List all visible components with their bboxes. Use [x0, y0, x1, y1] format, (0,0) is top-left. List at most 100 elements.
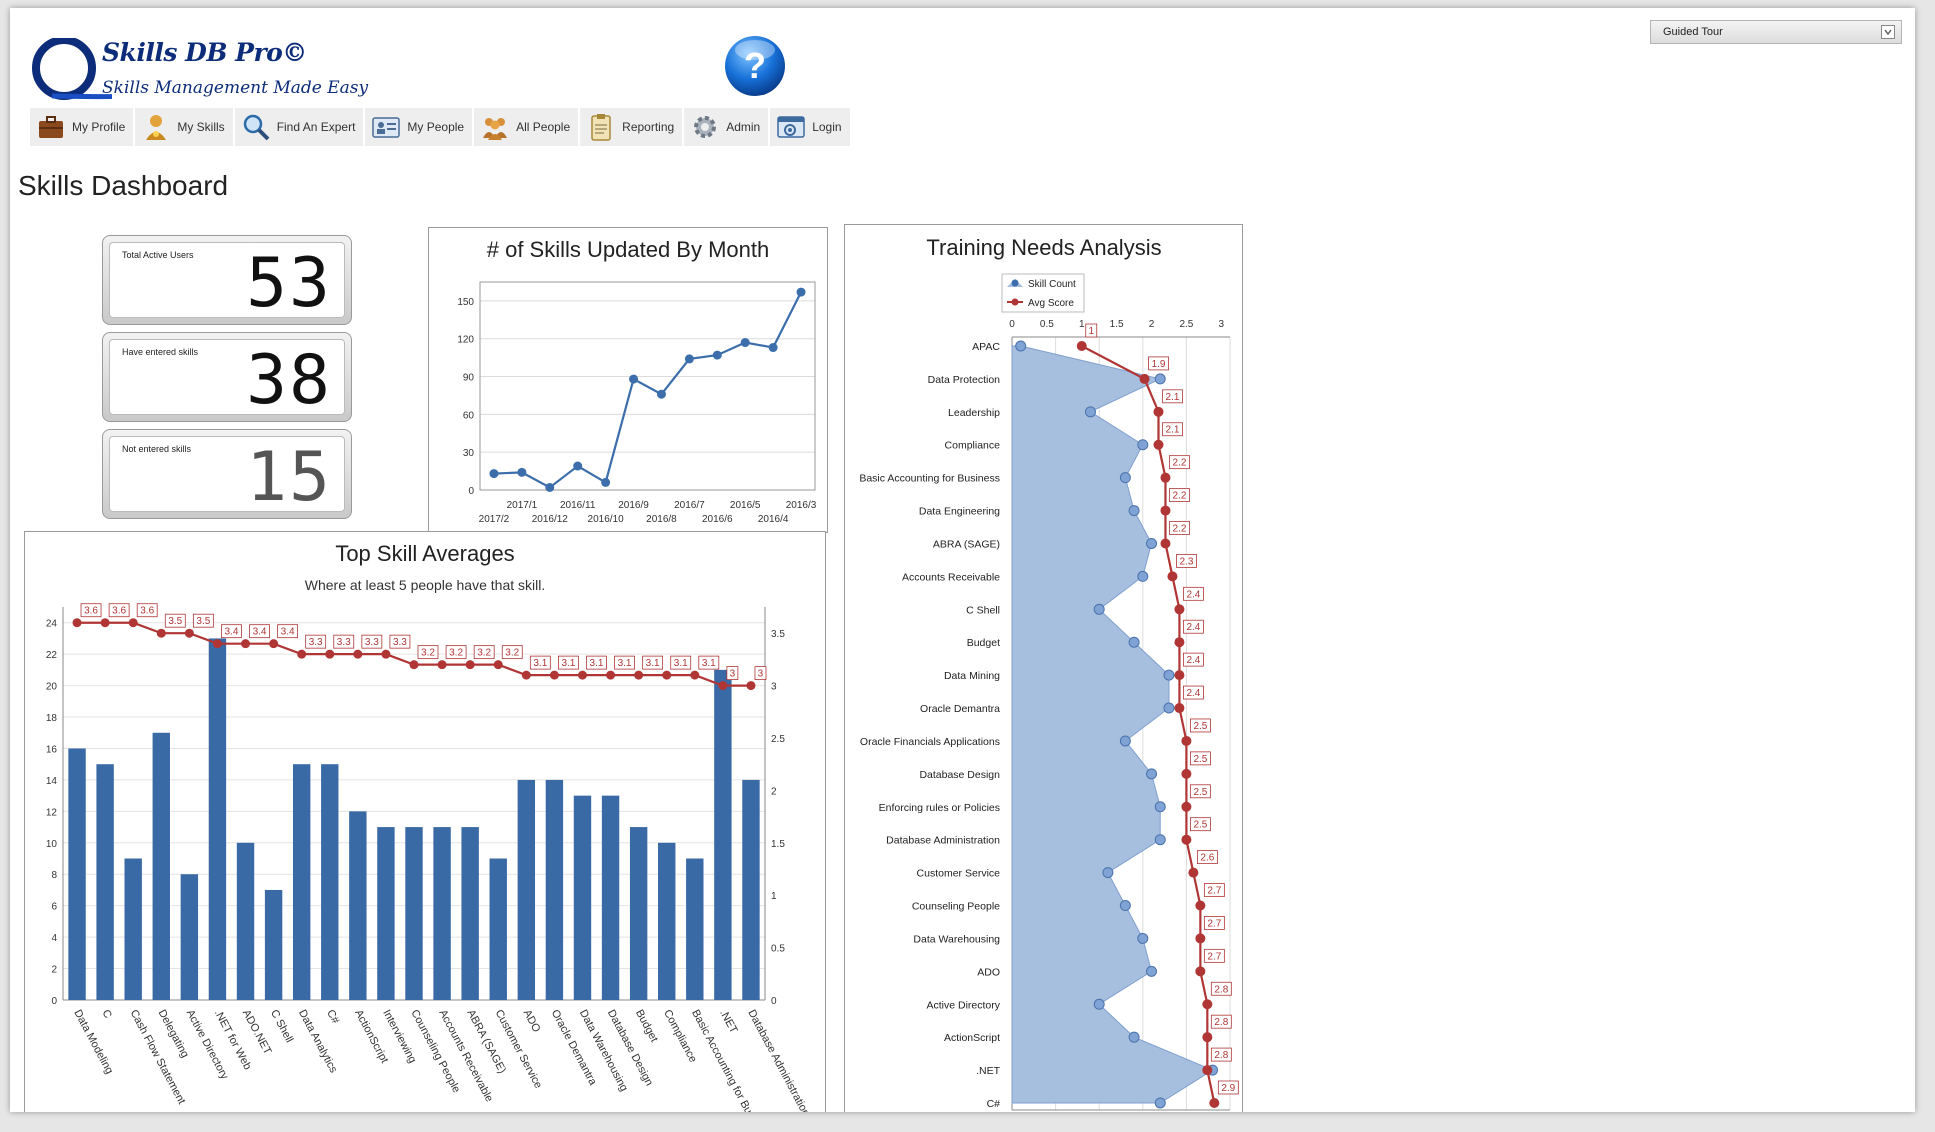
- data-point: [573, 461, 583, 471]
- data-label: 3.6: [84, 606, 98, 617]
- data-label: 3: [730, 669, 736, 680]
- nav-login[interactable]: Login: [770, 108, 852, 146]
- app-logo[interactable]: Skills DB Pro© Skills Management Made Ea…: [32, 32, 372, 110]
- data-point: [690, 670, 700, 680]
- avg-score-point: [1153, 406, 1164, 417]
- bar: [377, 827, 395, 1000]
- nav-label: Login: [812, 120, 842, 134]
- x-tick-label: Database Administration: [745, 1008, 812, 1112]
- bar: [573, 795, 592, 1000]
- y-tick-label: ActionScript: [944, 1032, 1000, 1044]
- data-label: 3.2: [421, 648, 435, 659]
- data-label: 2.2: [1173, 523, 1187, 534]
- data-point: [606, 670, 616, 680]
- data-point: [241, 639, 251, 649]
- nav-my-profile[interactable]: My Profile: [30, 108, 136, 146]
- y-tick-label: 0: [468, 486, 474, 497]
- avg-score-point: [1160, 472, 1171, 483]
- data-point: [465, 660, 475, 670]
- bar: [433, 827, 451, 1000]
- data-point: [517, 467, 527, 477]
- chart-title: Training Needs Analysis: [926, 235, 1161, 260]
- data-label: 3.3: [337, 637, 351, 648]
- skill-count-point: [1084, 406, 1096, 418]
- legend-label: Skill Count: [1028, 279, 1076, 290]
- help-question-icon[interactable]: ?: [722, 34, 788, 100]
- data-point: [521, 670, 531, 680]
- kpi-label: Have entered skills: [122, 347, 199, 357]
- x-tick-label: 2016/6: [702, 514, 733, 525]
- guided-tour-select[interactable]: Guided Tour: [1650, 20, 1902, 44]
- y2-tick-label: 0.5: [771, 944, 785, 955]
- kpi-label: Not entered skills: [122, 444, 192, 454]
- x2-tick-label: 1: [1079, 319, 1085, 330]
- x-tick-label: C: [99, 1008, 113, 1021]
- data-point: [128, 618, 138, 628]
- bar: [686, 858, 704, 1000]
- data-label: 3.1: [533, 658, 547, 669]
- y-tick-label: 8: [51, 870, 57, 881]
- data-point: [768, 343, 778, 353]
- data-point: [325, 649, 335, 659]
- avg-score-point: [1181, 801, 1192, 812]
- bar: [152, 732, 170, 1000]
- kpi-label: Total Active Users: [122, 250, 194, 260]
- data-label: 2.7: [1207, 918, 1221, 929]
- nav-my-skills[interactable]: My Skills: [135, 108, 235, 146]
- avg-score-point: [1202, 1065, 1213, 1076]
- data-label: 1: [1088, 326, 1094, 337]
- main-nav: My Profile My Skills Find An Expert My P…: [30, 108, 852, 146]
- data-point: [684, 354, 694, 364]
- nav-admin[interactable]: Admin: [684, 108, 771, 146]
- data-point: [712, 350, 722, 360]
- skill-count-point: [1146, 768, 1158, 780]
- skill-count-point: [1163, 702, 1175, 714]
- avg-score-point: [1174, 703, 1185, 714]
- avg-score-point: [1160, 505, 1171, 516]
- data-point: [269, 639, 279, 649]
- data-point: [740, 338, 750, 348]
- data-point: [156, 628, 166, 638]
- nav-find-an-expert[interactable]: Find An Expert: [234, 108, 366, 146]
- nav-my-people[interactable]: My People: [365, 108, 475, 146]
- nav-label: Find An Expert: [276, 120, 356, 134]
- data-point: [381, 649, 391, 659]
- skill-count-point: [1015, 340, 1027, 352]
- y-tick-label: 12: [46, 807, 58, 818]
- x-tick-label: C Shell: [268, 1008, 295, 1045]
- bar: [714, 669, 732, 1000]
- legend-line-marker: [1011, 298, 1019, 306]
- x-tick-label: 2017/1: [507, 500, 538, 511]
- training-needs-chart-panel: Training Needs Analysis Skill Count Avg Sc…: [844, 224, 1243, 1112]
- y-tick-label: ADO: [977, 966, 1000, 978]
- x-tick-label: ADO: [521, 1008, 543, 1035]
- data-label: 2.4: [1186, 589, 1200, 600]
- y-tick-label: Customer Service: [917, 868, 1001, 880]
- data-label: 2.4: [1186, 622, 1200, 633]
- skill-count-point: [1154, 834, 1166, 846]
- logo-title: Skills DB Pro©: [102, 38, 307, 67]
- legend-label: Avg Score: [1028, 298, 1074, 309]
- x-tick-label: 2016/3: [786, 500, 817, 511]
- y-tick-label: Accounts Receivable: [902, 571, 1000, 583]
- data-label: 2.4: [1186, 655, 1200, 666]
- y-tick-label: 6: [51, 902, 57, 913]
- avg-score-point: [1188, 867, 1199, 878]
- data-label: 3.2: [505, 648, 519, 659]
- skill-count-point: [1154, 801, 1166, 813]
- dashboard-page: Skills DB Pro© Skills Management Made Ea…: [10, 8, 1915, 1112]
- y-tick-label: 10: [46, 839, 58, 850]
- avg-score-point: [1167, 571, 1178, 582]
- y-tick-label: Oracle Demantra: [920, 703, 1000, 715]
- bar: [236, 842, 255, 1000]
- bar: [545, 779, 564, 1000]
- nav-reporting[interactable]: Reporting: [580, 108, 685, 146]
- data-point: [489, 469, 499, 479]
- avg-score-point: [1076, 341, 1087, 351]
- y-tick-label: .NET: [976, 1065, 1001, 1077]
- avg-score-point: [1181, 768, 1192, 779]
- skill-count-point: [1128, 505, 1140, 517]
- nav-all-people[interactable]: All People: [474, 108, 581, 146]
- skill-count-point: [1137, 570, 1149, 582]
- data-point: [634, 670, 644, 680]
